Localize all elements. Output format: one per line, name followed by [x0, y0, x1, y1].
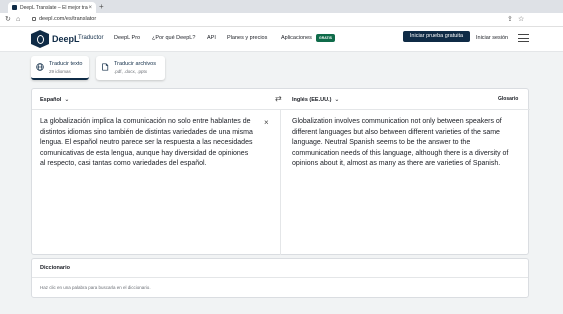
nav-apps[interactable]: Aplicaciones: [281, 35, 312, 41]
address-bar: ↻ ⌂ deepl.com/es/translator ⇪ ☆: [0, 13, 563, 27]
bookmark-star-icon[interactable]: ☆: [518, 15, 524, 25]
url-field[interactable]: deepl.com/es/translator: [32, 16, 96, 22]
menu-icon[interactable]: [518, 34, 529, 42]
chevron-down-icon: ⌄: [64, 97, 70, 103]
globe-icon: [36, 63, 44, 71]
source-language-label: Español: [40, 96, 62, 103]
reload-icon[interactable]: ↻: [5, 15, 11, 25]
source-text-input[interactable]: La globalización implica la comunicación…: [40, 117, 255, 170]
clear-icon[interactable]: ×: [264, 118, 269, 127]
nav-why-deepl[interactable]: ¿Por qué DeepL?: [152, 35, 195, 41]
source-language-select[interactable]: Español ⌄: [40, 96, 70, 104]
browser-tab[interactable]: DeepL Translate – El mejor trad ×: [8, 2, 96, 13]
tab-title: DeepL Translate – El mejor trad: [20, 4, 89, 11]
new-tab-button[interactable]: +: [99, 2, 104, 12]
mode-subtitle: 29 idiomas: [49, 69, 71, 74]
tab-translate-files[interactable]: Traducir archivos .pdf, .docx, .pptx: [96, 56, 165, 80]
browser-tabstrip: DeepL Translate – El mejor trad × +: [0, 0, 563, 13]
dictionary-title: Diccionario: [40, 265, 70, 271]
login-link[interactable]: Iniciar sesión: [476, 35, 508, 41]
tab-close-icon[interactable]: ×: [88, 5, 92, 11]
deepl-favicon-icon: [12, 5, 17, 10]
chevron-down-icon: ⌄: [334, 97, 340, 103]
start-trial-button[interactable]: Iniciar prueba gratuita: [403, 31, 470, 42]
brand-name[interactable]: DeepL: [52, 34, 80, 44]
lock-icon: [32, 17, 36, 21]
document-icon: [102, 63, 109, 71]
dictionary-divider: [32, 277, 528, 278]
mode-title: Traducir texto: [49, 61, 83, 67]
share-icon[interactable]: ⇪: [507, 15, 513, 25]
free-badge: GRATIS: [316, 34, 335, 42]
brand-subtitle: Traductor: [78, 35, 104, 41]
mode-subtitle: .pdf, .docx, .pptx: [114, 69, 148, 74]
dictionary-hint: Haz clic en una palabra para buscarla en…: [40, 285, 151, 290]
target-language-select[interactable]: Inglés (EE.UU.) ⌄: [292, 96, 340, 104]
nav-plans[interactable]: Planes y precios: [227, 35, 267, 41]
home-icon[interactable]: ⌂: [16, 15, 20, 25]
url-text: deepl.com/es/translator: [39, 16, 97, 22]
app-header: DeepL Traductor DeepL Pro ¿Por qué DeepL…: [0, 27, 563, 52]
tab-translate-text[interactable]: Traducir texto 29 idiomas: [31, 56, 89, 80]
translator-panel: Español ⌄ ⇄ Inglés (EE.UU.) ⌄ Glosario L…: [31, 88, 530, 255]
nav-deepl-pro[interactable]: DeepL Pro: [114, 35, 140, 41]
swap-languages-icon[interactable]: ⇄: [275, 94, 282, 103]
nav-api[interactable]: API: [207, 35, 216, 41]
glossary-button[interactable]: Glosario: [498, 96, 518, 102]
target-language-label: Inglés (EE.UU.): [292, 96, 332, 103]
dictionary-panel: Diccionario Haz clic en una palabra para…: [31, 258, 529, 298]
language-bar: Español ⌄ ⇄ Inglés (EE.UU.) ⌄ Glosario: [32, 89, 530, 110]
translation-output[interactable]: Globalization involves communication not…: [292, 117, 517, 170]
deepl-logo-icon[interactable]: [31, 30, 49, 48]
mode-title: Traducir archivos: [114, 61, 156, 67]
panel-divider: [280, 110, 281, 255]
